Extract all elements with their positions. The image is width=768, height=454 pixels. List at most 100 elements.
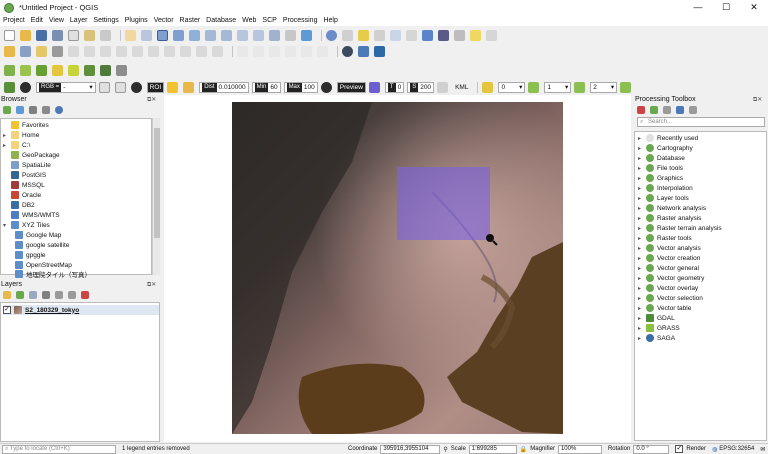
statistical-summary-icon[interactable] [438,29,449,41]
current-edits-icon[interactable] [52,46,63,57]
refresh-icon[interactable] [301,29,312,41]
grid-icon[interactable] [116,64,127,76]
redo-icon[interactable] [212,46,223,57]
save-edits-icon[interactable] [84,46,95,57]
browser-item-google-satellite[interactable]: google satellite [15,240,69,250]
menu-view[interactable]: View [49,17,64,24]
layer-visibility-checkbox[interactable]: ✓ [3,306,11,314]
annotation-icon[interactable] [470,29,481,41]
data-source-manager-icon[interactable] [4,46,15,57]
local-cumulative-stretch-icon[interactable] [98,81,110,93]
filter-icon[interactable] [29,106,37,114]
lock-icon[interactable]: ⚲ [443,446,447,453]
dock-float-icon[interactable]: ⧉✕ [147,96,156,104]
browser-item-google-map[interactable]: Google Map [15,230,61,240]
spinbox-1[interactable]: 1 ▾ [544,81,572,93]
preprocessing-icon[interactable] [36,64,47,76]
toolbox-item-file-tools[interactable]: ▸ File tools [638,163,683,173]
style-manager-icon[interactable] [100,29,111,41]
delete-selected-icon[interactable] [132,46,143,57]
spectral-plot-icon[interactable] [100,64,111,76]
band-icon-1[interactable] [528,81,540,93]
refresh-icon[interactable] [16,106,24,114]
copy-features-icon[interactable] [164,46,175,57]
scp-dock-icon[interactable] [4,81,15,93]
edit-features-inplace-icon[interactable] [676,106,684,114]
browser-item-favorites[interactable]: Favorites [3,120,49,130]
toolbox-item-raster-analysis[interactable]: ▸ Raster analysis [638,213,701,223]
options-icon[interactable] [689,106,697,114]
expand-all-icon[interactable] [55,291,63,299]
toolbox-item-database[interactable]: ▸ Database [638,153,685,163]
kml-button[interactable]: KML [453,82,470,93]
browser-item-gpggle[interactable]: gpggle [15,250,46,260]
open-project-icon[interactable] [20,29,31,41]
menu-project[interactable]: Project [3,17,25,24]
dock-float-icon[interactable]: ⧉✕ [753,96,762,104]
dock-float-icon[interactable]: ⧉✕ [147,281,156,289]
browser-item-c-drive[interactable]: ▸ C:\ [3,140,30,150]
pan-hand-icon[interactable] [125,29,136,41]
menu-plugins[interactable]: Plugins [125,17,148,24]
style-icon[interactable] [3,291,11,299]
scatter-plot-icon[interactable] [84,64,95,76]
layer-row[interactable]: ✓ S2_180329_tokyo [3,305,159,315]
magnifier-field[interactable]: 100% [557,444,602,454]
save-project-icon[interactable] [36,29,47,41]
info-icon[interactable] [55,106,63,114]
undo-icon[interactable] [196,46,207,57]
cut-features-icon[interactable] [148,46,159,57]
transparency-field[interactable]: T 0 [384,81,405,93]
label-tool-icon[interactable] [237,46,248,57]
digitize-icon[interactable] [100,46,111,57]
browser-scrollbar[interactable] [152,118,160,275]
toolbox-item-saga[interactable]: ▸ SAGA [638,333,675,343]
browser-item-geopackage[interactable]: GeoPackage [3,150,60,160]
preview-toggle[interactable]: Preview [336,81,366,93]
menu-settings[interactable]: Settings [93,17,118,24]
new-map-view-icon[interactable] [269,29,280,41]
manage-map-themes-icon[interactable] [29,291,37,299]
menu-web[interactable]: Web [242,17,256,24]
locator-search-input[interactable]: ⌕ Type to locate (Ctrl+K) [2,444,116,454]
menu-processing[interactable]: Processing [283,17,318,24]
temporary-roi-icon[interactable] [482,81,494,93]
map-canvas[interactable] [164,95,631,442]
menu-layer[interactable]: Layer [70,17,88,24]
max-width-field[interactable]: Max 100 [283,81,318,93]
toolbox-item-layer-tools[interactable]: ▸ Layer tools [638,193,689,203]
toolbox-search-input[interactable]: ⌕ Search... [637,117,765,127]
zoom-full-icon[interactable] [189,29,200,41]
vertex-tool-icon[interactable] [116,46,127,57]
toolbox-item-vector-overlay[interactable]: ▸ Vector overlay [638,283,698,293]
browser-item-spatialite[interactable]: SpatiaLite [3,160,51,170]
filter-icon[interactable] [42,291,50,299]
render-checkbox[interactable]: ✓ [675,445,684,453]
add-group-icon[interactable] [16,291,24,299]
zoom-input-image-icon[interactable] [20,81,31,93]
toolbox-item-vector-table[interactable]: ▸ Vector table [638,303,691,313]
menu-raster[interactable]: Raster [180,17,201,24]
coordinate-field[interactable]: 395916,3955104 [380,444,441,454]
menu-edit[interactable]: Edit [31,17,43,24]
zoom-preview-icon[interactable] [320,81,332,93]
new-layer-icon[interactable] [20,46,31,57]
browser-item-gsi-photo[interactable]: 地理院タイル（写真） [15,269,91,279]
change-label-icon[interactable] [317,46,328,57]
zoom-in-icon[interactable] [157,29,168,41]
zoom-layer-icon[interactable] [221,29,232,41]
crs-label[interactable]: EPSG:32654 [719,446,754,452]
scrollbar-thumb[interactable] [154,128,160,238]
redo-preview-icon[interactable] [437,81,449,93]
move-label-icon[interactable] [285,46,296,57]
toolbox-item-vector-creation[interactable]: ▸ Vector creation [638,253,700,263]
browser-item-mssql[interactable]: MSSQL [3,180,45,190]
toolbox-item-raster-terrain-analysis[interactable]: ▸ Raster terrain analysis [638,223,722,233]
rotate-label-icon[interactable] [301,46,312,57]
deselect-icon[interactable] [374,29,385,41]
browser-item-db2[interactable]: DB2 [3,200,35,210]
classification-preview-icon[interactable] [368,81,380,93]
toolbox-item-recently-used[interactable]: ▸ Recently used [638,133,698,143]
measure-icon[interactable] [454,29,465,41]
menu-vector[interactable]: Vector [154,17,174,24]
